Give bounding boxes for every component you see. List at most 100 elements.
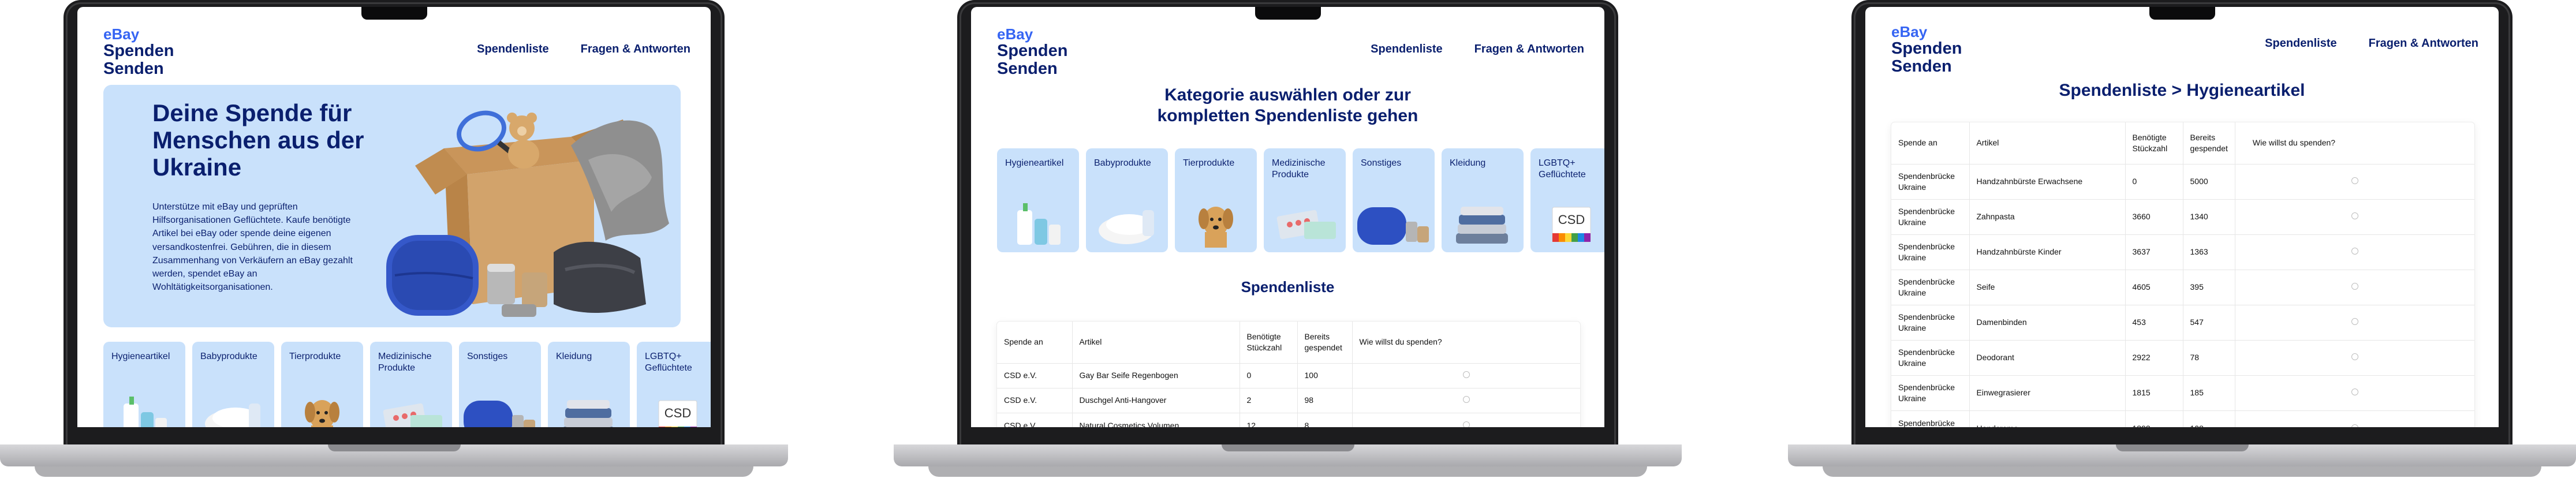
camera-notch (2149, 7, 2215, 20)
csd-badge-icon: CSD (1552, 207, 1591, 242)
donate-option-radio[interactable] (2351, 353, 2358, 361)
category-label: LGBTQ+ Geflüchtete (645, 352, 692, 373)
logo-line-3: Senden (103, 59, 164, 78)
sleeping-bag-icon (1357, 207, 1429, 245)
donate-option-radio[interactable] (2351, 318, 2358, 326)
table-row[interactable]: Spendenbrücke Ukraine Zahnpasta 3660 134… (1891, 199, 2474, 234)
cell-needed: 3660 (2125, 199, 2183, 234)
cell-donated: 8 (1297, 412, 1353, 427)
table-row[interactable]: CSD e.V. Natural Cosmetics Volumen 12 8 (997, 412, 1580, 427)
category-label: Tierprodukte (1183, 158, 1235, 168)
nav-link-faq[interactable]: Fragen & Antworten (2369, 37, 2478, 50)
category-card-clothing[interactable]: Kleidung (548, 342, 630, 427)
table-row[interactable]: Spendenbrücke Ukraine Handcreme 1892 108 (1891, 410, 2474, 427)
table-row[interactable]: CSD e.V. Gay Bar Seife Regenbogen 0 100 (997, 363, 1580, 388)
donate-option-radio[interactable] (1462, 396, 1470, 403)
table-row[interactable]: Spendenbrücke Ukraine Handzahnbürste Erw… (1891, 163, 2474, 199)
col-header-donated: Bereits gespendet (1297, 322, 1353, 363)
table-row[interactable]: CSD e.V. Duschgel Anti-Hangover 2 98 (997, 387, 1580, 413)
donate-option-radio[interactable] (2351, 248, 2358, 255)
hygiene-products-icon (124, 397, 167, 427)
donation-box-illustration (386, 110, 669, 317)
col-header-method: Wie willst du spenden? (2252, 138, 2336, 148)
cell-method (2235, 410, 2474, 427)
cell-item: Damenbinden (1969, 304, 2126, 340)
category-label: Babyprodukte (200, 352, 257, 361)
cell-method (1352, 363, 1580, 388)
table-row[interactable]: Spendenbrücke Ukraine Handzahnbürste Kin… (1891, 234, 2474, 270)
cell-org: Spendenbrücke Ukraine (1891, 234, 1970, 270)
table-header-row: Spende an Artikel Benötigte Stückzahl Be… (1891, 122, 2474, 164)
cell-needed: 1892 (2125, 410, 2183, 427)
table-row[interactable]: Spendenbrücke Ukraine Damenbinden 453 54… (1891, 304, 2474, 340)
dog-icon (305, 400, 339, 427)
donate-option-radio[interactable] (2351, 212, 2358, 220)
category-label: Sonstiges (467, 352, 508, 361)
logo-line-3: Senden (997, 59, 1058, 78)
sleeping-bag-icon (464, 401, 535, 427)
table-row[interactable]: Spendenbrücke Ukraine Seife 4605 395 (1891, 269, 2474, 305)
category-card-baby[interactable]: Babyprodukte (1086, 148, 1168, 252)
nav-link-faq[interactable]: Fragen & Antworten (581, 43, 690, 56)
category-card-baby[interactable]: Babyprodukte (192, 342, 274, 427)
cell-item: Handcreme (1969, 410, 2126, 427)
donate-option-radio[interactable] (1462, 421, 1470, 427)
category-card-hygiene[interactable]: Hygieneartikel (997, 148, 1079, 252)
cell-org: Spendenbrücke Ukraine (1891, 163, 1970, 199)
category-card-animals[interactable]: Tierprodukte (281, 342, 363, 427)
csd-badge-text: CSD (1558, 212, 1585, 227)
category-card-lgbtq[interactable]: LGBTQ+ Geflüchtete CSD (637, 342, 711, 427)
category-row: Hygieneartikel Babyprodukte Tierprodukte… (103, 342, 711, 427)
cell-item: Handzahnbürste Erwachsene (1969, 163, 2126, 199)
hygiene-products-icon (1017, 203, 1061, 245)
csd-badge-text: CSD (664, 406, 691, 420)
cell-donated: 98 (1297, 387, 1353, 413)
nav-link-spendenliste[interactable]: Spendenliste (2265, 37, 2336, 50)
col-header-org: Spende an (997, 322, 1073, 363)
nav-link-faq[interactable]: Fragen & Antworten (1474, 43, 1584, 56)
base-notch (1221, 444, 1354, 451)
laptop-lid: eBay Spenden Senden Spendenliste Fragen … (957, 0, 1618, 444)
csd-badge-icon: CSD (658, 400, 697, 427)
cell-org: Spendenbrücke Ukraine (1891, 339, 1970, 375)
donate-option-radio[interactable] (2351, 424, 2358, 427)
cell-item: Natural Cosmetics Volumen (1072, 412, 1240, 427)
category-card-misc[interactable]: Sonstiges (459, 342, 541, 427)
laptop-3: eBay Spenden Senden Spendenliste Fragen … (1788, 0, 2576, 482)
donate-option-radio[interactable] (2351, 388, 2358, 396)
laptop-foot (1823, 466, 2541, 477)
category-card-lgbtq[interactable]: LGBTQ+ Geflüchtete CSD (1530, 148, 1604, 252)
table-row[interactable]: Spendenbrücke Ukraine Deodorant 2922 78 (1891, 339, 2474, 375)
category-card-hygiene[interactable]: Hygieneartikel (103, 342, 185, 427)
donate-option-radio[interactable] (2351, 177, 2358, 185)
category-heading: Kategorie auswählen oder zur kompletten … (1157, 85, 1418, 125)
screen-home: eBay Spenden Senden Spendenliste Fragen … (77, 7, 711, 427)
col-header-item: Artikel (1969, 122, 2126, 164)
folded-clothes-icon (1456, 207, 1508, 244)
cell-item: Gay Bar Seife Regenbogen (1072, 363, 1240, 388)
logo[interactable]: eBay Spenden Senden (103, 27, 174, 77)
logo-line-2: Spenden (1891, 39, 1962, 58)
logo[interactable]: eBay Spenden Senden (997, 27, 1067, 77)
cell-needed: 2922 (2125, 339, 2183, 375)
category-card-animals[interactable]: Tierprodukte (1175, 148, 1257, 252)
category-card-misc[interactable]: Sonstiges (1353, 148, 1435, 252)
cell-org: Spendenbrücke Ukraine (1891, 199, 1970, 234)
cell-org: Spendenbrücke Ukraine (1891, 375, 1970, 410)
nav-links: Spendenliste Fragen & Antworten (1371, 43, 1584, 56)
category-card-medical[interactable]: Medizinische Produkte (1264, 148, 1346, 252)
nav-link-spendenliste[interactable]: Spendenliste (477, 43, 548, 56)
cell-needed: 3637 (2125, 234, 2183, 270)
logo[interactable]: eBay Spenden Senden (1891, 24, 1962, 75)
table-row[interactable]: Spendenbrücke Ukraine Einwegrasierer 181… (1891, 375, 2474, 410)
donate-option-radio[interactable] (1462, 371, 1470, 379)
logo-line-2: Spenden (103, 42, 174, 60)
category-label: Tierprodukte (289, 352, 341, 361)
list-title: Spendenliste (1241, 278, 1335, 296)
donate-option-radio[interactable] (2351, 283, 2358, 290)
cell-needed: 0 (1240, 363, 1298, 388)
category-card-medical[interactable]: Medizinische Produkte (370, 342, 452, 427)
cell-donated: 78 (2183, 339, 2235, 375)
nav-link-spendenliste[interactable]: Spendenliste (1371, 43, 1442, 56)
category-card-clothing[interactable]: Kleidung (1442, 148, 1524, 252)
